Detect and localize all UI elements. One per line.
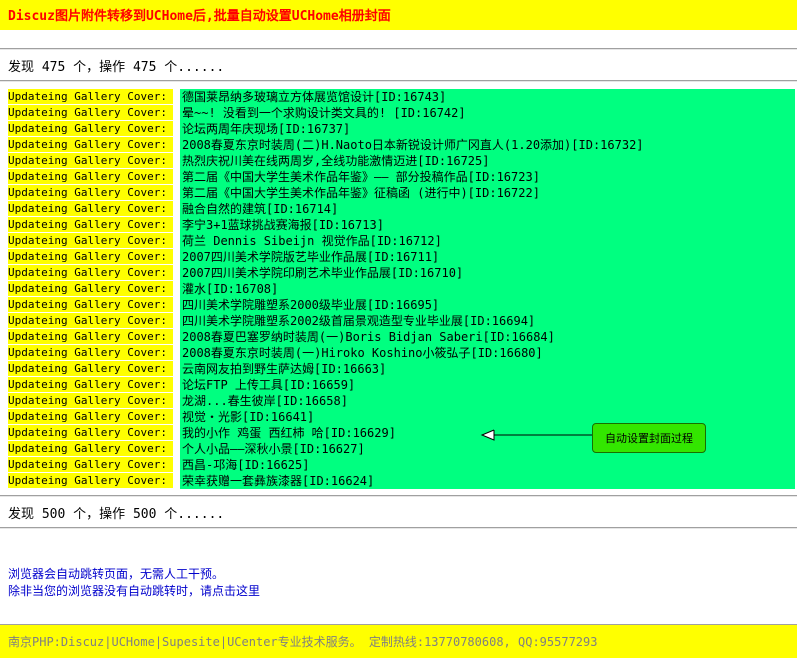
manual-redirect-link[interactable]: 除非当您的浏览器没有自动跳转时，请点击这里 [8, 583, 260, 600]
log-row: Updateing Gallery Cover: 2008春夏东京时装周(一)Hi… [8, 345, 795, 361]
divider [0, 527, 797, 529]
log-item-title: 2008春夏东京时装周(二)H.Naoto日本新锐设计师广冈直人(1.20添加)… [180, 137, 795, 153]
stats-before: 发现 475 个，操作 475 个...... [8, 60, 225, 75]
page-title: Discuz图片附件转移到UCHome后,批量自动设置UCHome相册封面 [8, 9, 391, 24]
log-item-title: 2007四川美术学院版艺毕业作品展[ID:16711] [180, 249, 795, 265]
log-label: Updateing Gallery Cover: [8, 457, 173, 472]
log-label: Updateing Gallery Cover: [8, 345, 173, 360]
footer-text: 南京PHP:Discuz|UCHome|Supesite|UCenter专业技术… [8, 635, 598, 649]
log-label: Updateing Gallery Cover: [8, 185, 173, 200]
log-row: Updateing Gallery Cover: 第二届《中国大学生美术作品年鉴》… [8, 185, 795, 201]
log-label: Updateing Gallery Cover: [8, 441, 173, 456]
redirect-links: 浏览器会自动跳转页面，无需人工干预。 除非当您的浏览器没有自动跳转时，请点击这里 [8, 566, 260, 600]
log-row: Updateing Gallery Cover: 晕~~! 没看到一个求购设计类文… [8, 105, 795, 121]
log-label: Updateing Gallery Cover: [8, 89, 173, 104]
log-item-title: 四川美术学院雕塑系2000级毕业展[ID:16695] [180, 297, 795, 313]
log-label: Updateing Gallery Cover: [8, 105, 173, 120]
log-label: Updateing Gallery Cover: [8, 265, 173, 280]
log-label: Updateing Gallery Cover: [8, 297, 173, 312]
stats-after: 发现 500 个，操作 500 个...... [8, 507, 225, 522]
log-label: Updateing Gallery Cover: [8, 409, 173, 424]
log-item-title: 荣幸获赠一套彝族漆器[ID:16624] [180, 473, 795, 489]
log-row: Updateing Gallery Cover: 荣幸获赠一套彝族漆器[ID:16… [8, 473, 795, 489]
log-item-title: 2008春夏东京时装周(一)Hiroko Koshino小筱弘子[ID:1668… [180, 345, 795, 361]
page-footer: 南京PHP:Discuz|UCHome|Supesite|UCenter专业技术… [0, 624, 797, 658]
log-row: Updateing Gallery Cover: 荷兰 Dennis Sibeij… [8, 233, 795, 249]
log-item-title: 龙湖...春生彼岸[ID:16658] [180, 393, 795, 409]
log-item-title: 晕~~! 没看到一个求购设计类文具的! [ID:16742] [180, 105, 795, 121]
log-row: Updateing Gallery Cover: 李宁3+1蓝球挑战赛海报[ID:… [8, 217, 795, 233]
log-label: Updateing Gallery Cover: [8, 137, 173, 152]
callout-arrow [480, 429, 592, 441]
log-label: Updateing Gallery Cover: [8, 377, 173, 392]
log-label: Updateing Gallery Cover: [8, 361, 173, 376]
log-item-title: 论坛两周年庆现场[ID:16737] [180, 121, 795, 137]
log-label: Updateing Gallery Cover: [8, 473, 173, 488]
log-label: Updateing Gallery Cover: [8, 217, 173, 232]
log-item-title: 2008春夏巴塞罗纳时装周(一)Boris Bidjan Saberi[ID:1… [180, 329, 795, 345]
log-item-title: 灌水[ID:16708] [180, 281, 795, 297]
log-label: Updateing Gallery Cover: [8, 329, 173, 344]
log-label: Updateing Gallery Cover: [8, 169, 173, 184]
auto-redirect-link[interactable]: 浏览器会自动跳转页面，无需人工干预。 [8, 566, 260, 583]
log-label: Updateing Gallery Cover: [8, 393, 173, 408]
log-item-title: 融合自然的建筑[ID:16714] [180, 201, 795, 217]
log-row: Updateing Gallery Cover: 四川美术学院雕塑系2002级首届… [8, 313, 795, 329]
log-row: Updateing Gallery Cover: 2008春夏东京时装周(二)H.… [8, 137, 795, 153]
log-item-title: 第二届《中国大学生美术作品年鉴》—— 部分投稿作品[ID:16723] [180, 169, 795, 185]
log-item-title: 四川美术学院雕塑系2002级首届景观造型专业毕业展[ID:16694] [180, 313, 795, 329]
divider [0, 48, 797, 50]
callout-box: 自动设置封面过程 [592, 423, 706, 453]
log-label: Updateing Gallery Cover: [8, 249, 173, 264]
log-label: Updateing Gallery Cover: [8, 121, 173, 136]
log-label: Updateing Gallery Cover: [8, 233, 173, 248]
log-label: Updateing Gallery Cover: [8, 281, 173, 296]
log-item-title: 西昌-邛海[ID:16625] [180, 457, 795, 473]
log-row: Updateing Gallery Cover: 西昌-邛海[ID:16625] [8, 457, 795, 473]
log-row: Updateing Gallery Cover: 灌水[ID:16708] [8, 281, 795, 297]
log-item-title: 云南网友拍到野生萨达姆[ID:16663] [180, 361, 795, 377]
log-row: Updateing Gallery Cover: 第二届《中国大学生美术作品年鉴》… [8, 169, 795, 185]
log-item-title: 德国莱昂纳多玻璃立方体展览馆设计[ID:16743] [180, 89, 795, 105]
log-row: Updateing Gallery Cover: 四川美术学院雕塑系2000级毕业… [8, 297, 795, 313]
log-item-title: 李宁3+1蓝球挑战赛海报[ID:16713] [180, 217, 795, 233]
log-row: Updateing Gallery Cover: 云南网友拍到野生萨达姆[ID:1… [8, 361, 795, 377]
divider [0, 80, 797, 82]
log-label: Updateing Gallery Cover: [8, 201, 173, 216]
log-item-title: 荷兰 Dennis Sibeijn 视觉作品[ID:16712] [180, 233, 795, 249]
log-row: Updateing Gallery Cover: 融合自然的建筑[ID:16714… [8, 201, 795, 217]
log-item-title: 2007四川美术学院印刷艺术毕业作品展[ID:16710] [180, 265, 795, 281]
page-header: Discuz图片附件转移到UCHome后,批量自动设置UCHome相册封面 [0, 0, 797, 30]
log-item-title: 论坛FTP 上传工具[ID:16659] [180, 377, 795, 393]
log-row: Updateing Gallery Cover: 论坛FTP 上传工具[ID:16… [8, 377, 795, 393]
log-row: Updateing Gallery Cover: 2007四川美术学院印刷艺术毕业… [8, 265, 795, 281]
log-label: Updateing Gallery Cover: [8, 153, 173, 168]
log-row: Updateing Gallery Cover: 德国莱昂纳多玻璃立方体展览馆设计… [8, 89, 795, 105]
log-row: Updateing Gallery Cover: 热烈庆祝川美在线两周岁,全线功能… [8, 153, 795, 169]
log-label: Updateing Gallery Cover: [8, 425, 173, 440]
log-label: Updateing Gallery Cover: [8, 313, 173, 328]
log-item-title: 热烈庆祝川美在线两周岁,全线功能激情迈进[ID:16725] [180, 153, 795, 169]
log-row: Updateing Gallery Cover: 2007四川美术学院版艺毕业作品… [8, 249, 795, 265]
log-row: Updateing Gallery Cover: 龙湖...春生彼岸[ID:166… [8, 393, 795, 409]
log-item-title: 第二届《中国大学生美术作品年鉴》征稿函 (进行中)[ID:16722] [180, 185, 795, 201]
log-row: Updateing Gallery Cover: 论坛两周年庆现场[ID:1673… [8, 121, 795, 137]
log-row: Updateing Gallery Cover: 2008春夏巴塞罗纳时装周(一)… [8, 329, 795, 345]
divider [0, 495, 797, 497]
